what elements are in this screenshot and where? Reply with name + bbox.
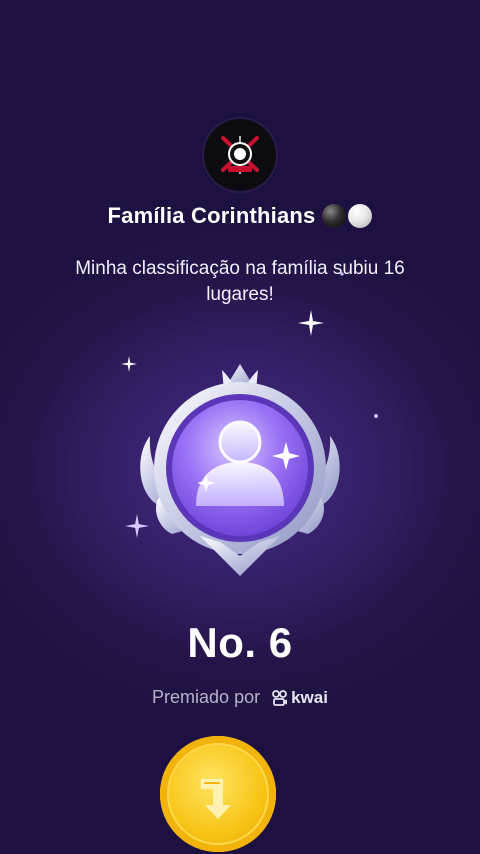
rank-label: No. 6 bbox=[187, 619, 293, 666]
family-title: Família Corinthians bbox=[0, 203, 480, 229]
black-ball-icon bbox=[322, 204, 347, 228]
sparkle-icon bbox=[298, 310, 324, 336]
family-name: Família Corinthians bbox=[107, 203, 316, 228]
kwai-brand: kwai bbox=[272, 688, 328, 708]
coin-action-button[interactable] bbox=[160, 736, 276, 852]
white-ball-icon bbox=[348, 204, 373, 228]
kwai-logo-icon bbox=[272, 689, 288, 706]
corinthians-crest-icon bbox=[221, 136, 259, 174]
sparkle-icon bbox=[374, 414, 378, 418]
rank-badge-icon bbox=[140, 364, 340, 576]
rank-message: Minha classificação na família subiu 16 … bbox=[75, 258, 405, 305]
family-emoji bbox=[322, 204, 373, 228]
family-avatar[interactable] bbox=[204, 119, 276, 191]
awarded-by: Premiado por kwai bbox=[0, 687, 480, 708]
awarded-by-label: Premiado por bbox=[152, 687, 261, 707]
kwai-brand-name: kwai bbox=[291, 687, 328, 707]
rank-up-screen: Família Corinthians Minha classificação … bbox=[0, 0, 480, 854]
sparkle-icon bbox=[340, 272, 344, 276]
coin-share-arrow-icon bbox=[201, 779, 231, 819]
